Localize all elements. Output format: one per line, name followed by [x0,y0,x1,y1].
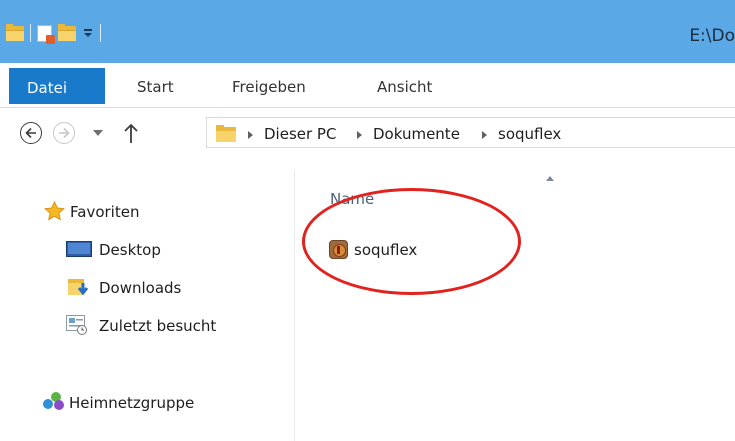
title-bar: E:\Do [0,0,735,63]
downloads-icon [68,279,89,296]
recent-icon [66,315,87,335]
forward-button[interactable] [53,122,75,144]
nav-downloads[interactable]: Downloads [99,279,181,297]
star-icon [44,201,65,221]
tab-ansicht[interactable]: Ansicht [377,78,432,96]
navigation-bar: Dieser PC Dokumente soquflex [0,108,735,158]
navigation-pane: Favoriten Desktop Downloads Zuletzt besu… [0,170,295,441]
toolbar-separator [30,24,31,42]
toolbar-separator [100,24,101,42]
desktop-icon [66,241,92,257]
address-bar[interactable]: Dieser PC Dokumente soquflex [206,117,735,148]
forward-icon [59,127,70,139]
nav-desktop[interactable]: Desktop [99,241,161,259]
nav-heimnetzgruppe[interactable]: Heimnetzgruppe [69,394,194,412]
breadcrumb-dieser-pc[interactable]: Dieser PC [264,125,336,143]
breadcrumb-arrow[interactable] [482,131,487,139]
annotation-circle [302,188,521,295]
nav-favoriten[interactable]: Favoriten [70,203,139,221]
folder-icon [216,125,236,142]
homegroup-icon [43,392,64,410]
recent-locations-button[interactable] [93,130,103,136]
tab-freigeben[interactable]: Freigeben [232,78,306,96]
back-icon [25,127,36,139]
quick-access-toolbar [6,23,101,44]
new-folder-icon[interactable] [58,23,76,41]
customize-toolbar-icon[interactable] [82,26,94,40]
properties-icon[interactable] [37,24,55,44]
tab-start[interactable]: Start [137,78,174,96]
up-icon[interactable] [123,122,139,144]
breadcrumb-arrow[interactable] [248,131,253,139]
breadcrumb-soquflex[interactable]: soquflex [498,125,561,143]
back-button[interactable] [20,122,42,144]
ribbon: Start Freigeben Ansicht [0,63,735,108]
breadcrumb-dokumente[interactable]: Dokumente [373,125,460,143]
window-title: E:\Do [689,26,735,46]
tab-datei[interactable]: Datei [9,68,105,104]
breadcrumb-arrow[interactable] [357,131,362,139]
folder-icon[interactable] [6,23,24,41]
nav-zuletzt-besucht[interactable]: Zuletzt besucht [99,317,216,335]
sort-ascending-icon [546,176,554,181]
